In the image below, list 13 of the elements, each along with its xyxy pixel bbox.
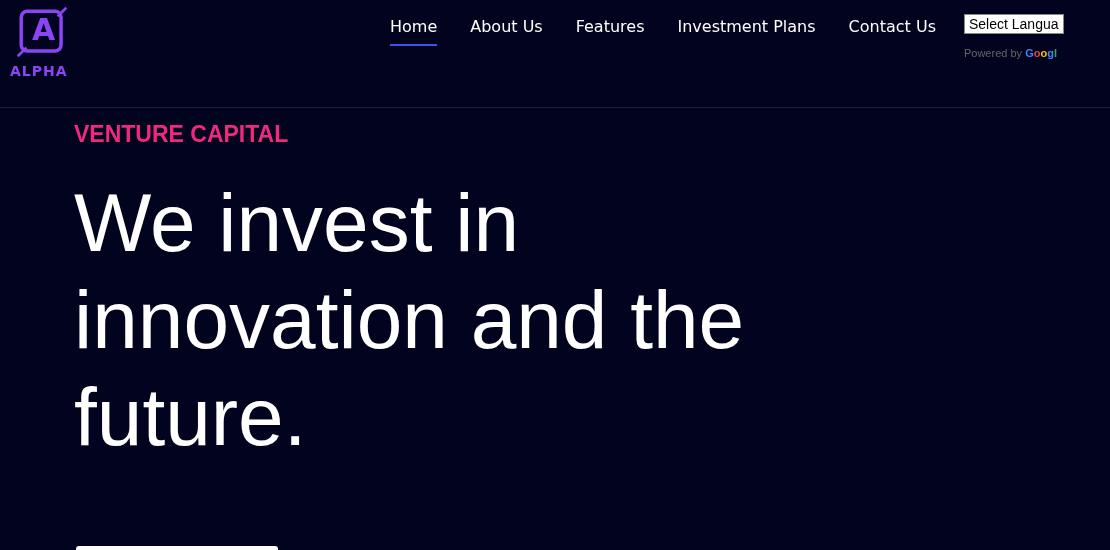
logo-text: ALPHA — [10, 63, 68, 79]
google-logo: Googl — [1025, 47, 1057, 59]
language-select[interactable]: Select Langua — [963, 14, 1064, 34]
hero-headline: We invest in innovation and the future. — [74, 176, 746, 464]
powered-by-text: Powered by — [963, 47, 1023, 59]
nav-link[interactable]: About Us — [470, 17, 543, 46]
logo-icon — [16, 6, 68, 58]
logo-letter: A — [32, 12, 56, 47]
hero-eyebrow: VENTURE CAPITAL — [74, 121, 290, 148]
nav-link[interactable]: Investment Plans — [677, 17, 816, 46]
nav-link[interactable]: Contact Us — [848, 17, 936, 46]
nav-link[interactable]: Home — [390, 17, 438, 46]
nav-link[interactable]: Features — [575, 17, 645, 46]
